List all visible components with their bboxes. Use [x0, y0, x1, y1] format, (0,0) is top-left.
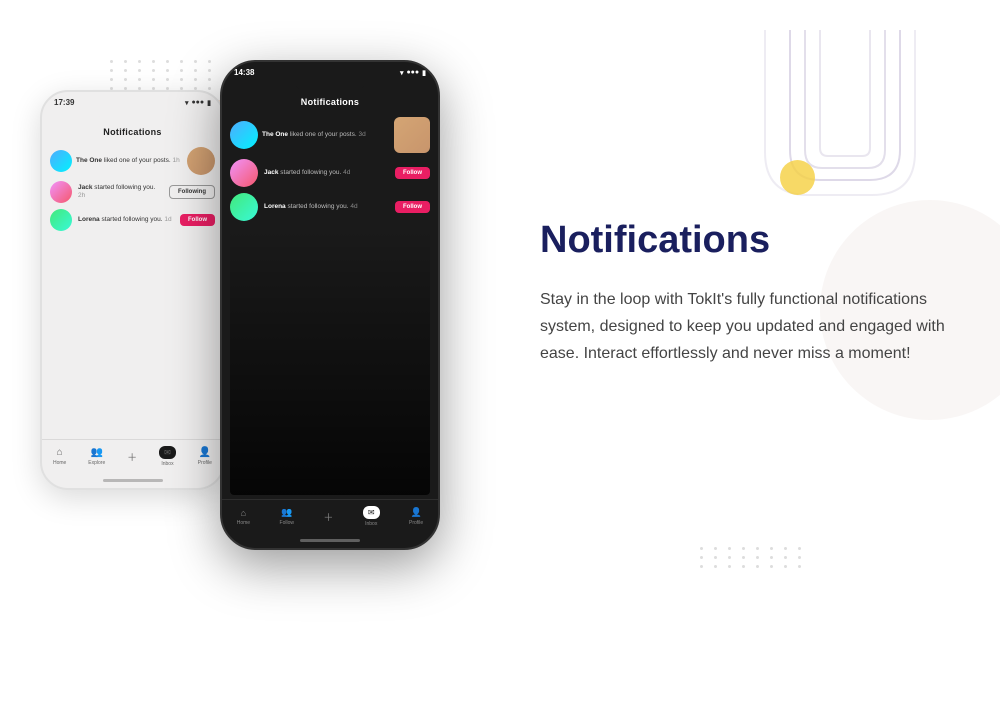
yellow-circle-decoration: [780, 160, 815, 195]
post-thumbnail-bg: [187, 147, 215, 175]
time-fg: 14:38: [234, 68, 254, 77]
notification-item-1-bg: The One liked one of your posts. 1h: [50, 147, 215, 175]
nav-home-label-fg: Home: [237, 520, 250, 526]
notification-item-3-bg: Lorena started following you. 1d Follow: [50, 209, 215, 231]
nav-home-bg[interactable]: ⌂ Home: [53, 447, 66, 466]
battery-icon-bg: ▮: [207, 99, 211, 107]
bottom-nav-bg: ⌂ Home 👥 Explore ＋ ✉ Inbox: [42, 439, 223, 475]
signal-icon-fg: ●●●: [406, 69, 419, 76]
home-icon-bg: ⌂: [57, 447, 63, 458]
section-description: Stay in the loop with TokIt's fully func…: [540, 286, 970, 368]
notif-text-3-bg: Lorena started following you. 1d: [78, 216, 174, 224]
section-title: Notifications: [540, 220, 970, 262]
time-bg: 17:39: [54, 98, 74, 107]
home-indicator-bg: [103, 479, 163, 482]
status-icons-fg: ▾ ●●● ▮: [400, 69, 426, 77]
nav-follow-label-fg: Follow: [280, 520, 294, 526]
status-bar-fg: 14:38 ▾ ●●● ▮: [222, 62, 438, 79]
screen-gradient-overlay: [230, 227, 430, 495]
follow-button-bg[interactable]: Follow: [180, 214, 215, 226]
text-content-section: Notifications Stay in the loop with TokI…: [540, 220, 970, 367]
profile-icon-bg: 👤: [199, 447, 211, 458]
profile-icon-fg: 👤: [411, 507, 422, 518]
nav-plus-fg[interactable]: ＋: [323, 509, 333, 524]
bottom-nav-fg: ⌂ Home 👥 Follow ＋ ✉ Inbox: [222, 499, 438, 535]
plus-icon-bg: ＋: [127, 449, 137, 464]
nav-inbox-bg[interactable]: ✉ Inbox: [159, 446, 176, 467]
notch-bg-phone: [98, 109, 168, 121]
nav-inbox-label-bg: Inbox: [161, 461, 173, 467]
nav-plus-bg[interactable]: ＋: [127, 449, 137, 464]
notif-text-2-bg: Jack started following you. 2h: [78, 184, 163, 201]
notif-text-3-fg: Lorena started following you. 4d: [264, 203, 389, 211]
avatar-jack-bg: [50, 181, 72, 203]
nav-profile-bg[interactable]: 👤 Profile: [198, 447, 212, 466]
phone-mockup-background: 17:39 ▾ ●●● ▮ Notifications The One like…: [40, 90, 225, 490]
nav-inbox-label-fg: Inbox: [365, 521, 377, 527]
nav-home-label-bg: Home: [53, 460, 66, 466]
signal-icon-bg: ●●●: [191, 99, 204, 106]
post-thumbnail-fg: [394, 117, 430, 153]
notification-item-2-bg: Jack started following you. 2h Following: [50, 181, 215, 203]
follow-button-lorena-fg[interactable]: Follow: [395, 201, 430, 213]
nav-home-fg[interactable]: ⌂ Home: [237, 508, 250, 526]
inbox-icon-fg: ✉: [368, 508, 375, 517]
phone-screen-fg: 14:38 ▾ ●●● ▮ Notifications The One like…: [222, 62, 438, 548]
nav-profile-label-bg: Profile: [198, 460, 212, 466]
nav-explore-bg[interactable]: 👥 Explore: [88, 447, 105, 466]
avatar-lorena-bg: [50, 209, 72, 231]
explore-icon-bg: 👥: [91, 447, 103, 458]
nav-profile-fg[interactable]: 👤 Profile: [409, 507, 423, 526]
notif-text-1-bg: The One liked one of your posts. 1h: [76, 157, 183, 165]
notification-item-2-fg: Jack started following you. 4d Follow: [230, 159, 430, 187]
notch-fg-phone: [295, 79, 365, 91]
status-icons-bg: ▾ ●●● ▮: [185, 99, 211, 107]
nav-profile-label-fg: Profile: [409, 520, 423, 526]
dot-grid-bottom-right: [700, 547, 800, 627]
plus-icon-fg: ＋: [323, 509, 333, 524]
notification-item-1-fg: The One liked one of your posts. 3d: [230, 117, 430, 153]
following-button-bg[interactable]: Following: [169, 185, 215, 199]
avatar-theone-bg: [50, 150, 72, 172]
follow-button-jack-fg[interactable]: Follow: [395, 167, 430, 179]
wifi-icon-fg: ▾: [400, 69, 404, 77]
notification-item-3-fg: Lorena started following you. 4d Follow: [230, 193, 430, 221]
status-bar-bg: 17:39 ▾ ●●● ▮: [42, 92, 223, 109]
home-indicator-fg: [300, 539, 360, 542]
nav-follow-fg[interactable]: 👥 Follow: [280, 507, 294, 526]
phone-header-bg: Notifications: [42, 125, 223, 143]
nav-explore-label-bg: Explore: [88, 460, 105, 466]
page-container: 17:39 ▾ ●●● ▮ Notifications The One like…: [0, 0, 1000, 707]
inbox-icon-bg: ✉: [164, 448, 171, 457]
nav-inbox-fg[interactable]: ✉ Inbox: [363, 506, 380, 527]
phone-header-fg: Notifications: [222, 95, 438, 113]
avatar-theone-fg: [230, 121, 258, 149]
battery-icon-fg: ▮: [422, 69, 426, 77]
avatar-jack-fg: [230, 159, 258, 187]
notification-list-fg: The One liked one of your posts. 3d Jack…: [222, 113, 438, 499]
notif-text-1-fg: The One liked one of your posts. 3d: [262, 131, 390, 139]
notif-text-2-fg: Jack started following you. 4d: [264, 169, 389, 177]
home-icon-fg: ⌂: [241, 508, 246, 518]
avatar-lorena-fg: [230, 193, 258, 221]
wifi-icon-bg: ▾: [185, 99, 189, 107]
phones-container: 17:39 ▾ ●●● ▮ Notifications The One like…: [20, 60, 490, 640]
phone-mockup-foreground: 14:38 ▾ ●●● ▮ Notifications The One like…: [220, 60, 440, 550]
arc-decoration: [740, 20, 940, 225]
phone-screen-bg: 17:39 ▾ ●●● ▮ Notifications The One like…: [42, 92, 223, 488]
follow-icon-fg: 👥: [281, 507, 292, 518]
notification-list-bg: The One liked one of your posts. 1h Jack…: [42, 143, 223, 439]
